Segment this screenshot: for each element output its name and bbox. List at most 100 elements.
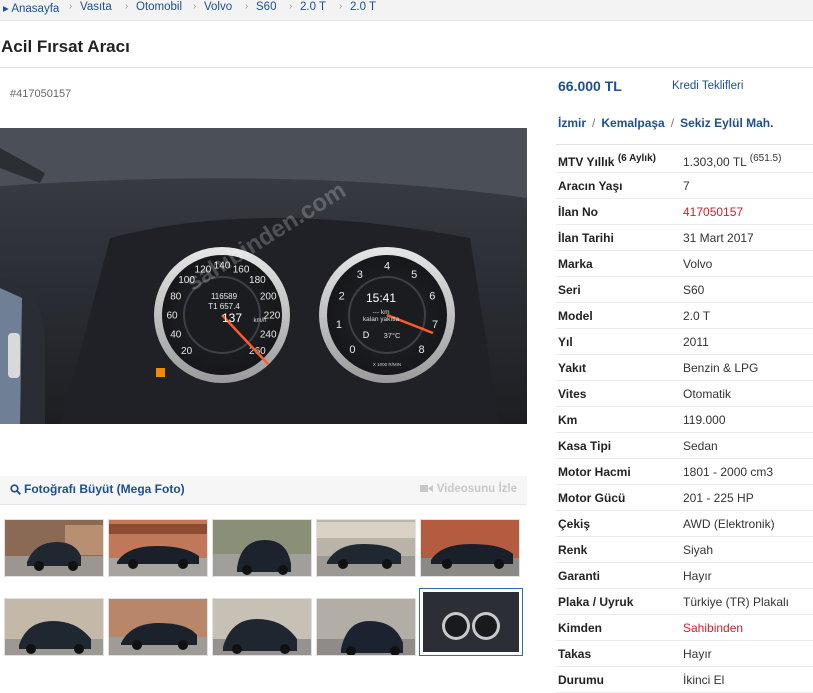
- gauge-tick-label: 60: [166, 311, 178, 322]
- spec-row-km: Km 119.000: [556, 407, 813, 433]
- spec-label: Yakıt: [558, 361, 587, 375]
- thumbnail-2[interactable]: [108, 519, 208, 577]
- thumbnail-8[interactable]: [212, 598, 312, 656]
- location-district[interactable]: Kemalpaşa: [601, 116, 664, 130]
- spec-label: Aracın Yaşı: [558, 179, 623, 193]
- spec-value: İkinci El: [683, 673, 725, 687]
- thumbnail-1[interactable]: [4, 519, 104, 577]
- dashboard-photo: 20406080100120140160180200220240260 0123…: [0, 128, 527, 424]
- credit-offers-link[interactable]: Kredi Teklifleri: [672, 80, 743, 92]
- clock-text: 15:41: [366, 291, 396, 305]
- spec-value: Otomatik: [683, 387, 732, 401]
- breadcrumb-item-volvo[interactable]: Volvo: [204, 1, 232, 13]
- spec-label: Km: [558, 413, 578, 427]
- speed-unit: km/h: [253, 318, 266, 324]
- location-neighborhood[interactable]: Sekiz Eylül Mah.: [680, 116, 773, 130]
- thumbnail-6[interactable]: [4, 598, 104, 656]
- gear-indicator: D: [363, 330, 370, 340]
- spec-label: Durumu: [558, 673, 604, 687]
- divider: [0, 67, 813, 68]
- magnifier-icon: [10, 484, 21, 495]
- main-photo[interactable]: 20406080100120140160180200220240260 0123…: [0, 128, 527, 424]
- spec-row-drive: Çekiş AWD (Elektronik): [556, 511, 813, 537]
- spec-value-seller: Sahibinden: [683, 621, 744, 635]
- spec-label: Motor Gücü: [558, 491, 626, 505]
- gauge-tick-label: 6: [429, 291, 435, 303]
- breadcrumb-item-s60[interactable]: S60: [256, 1, 276, 13]
- thumbnail-10-selected[interactable]: [419, 588, 523, 656]
- spec-row-plate: Plaka / Uyruk Türkiye (TR) Plakalı: [556, 589, 813, 615]
- spec-row-gearbox: Vites Otomatik: [556, 381, 813, 407]
- spec-label: Renk: [558, 543, 588, 557]
- spec-label: MTV Yıllık (6 Aylık): [558, 153, 656, 169]
- spec-label: Motor Hacmi: [558, 465, 631, 479]
- spec-label: Plaka / Uyruk: [558, 595, 634, 609]
- spec-value: Volvo: [683, 257, 713, 271]
- enlarge-photo-button[interactable]: Fotoğrafı Büyüt (Mega Foto): [10, 482, 185, 496]
- spec-value: 2011: [683, 335, 709, 349]
- spec-row-mtv: MTV Yıllık (6 Aylık) 1.303,00 TL (651.5): [556, 147, 813, 173]
- spec-row-engine-size: Motor Hacmi 1801 - 2000 cm3: [556, 459, 813, 485]
- spec-label: Takas: [558, 647, 592, 661]
- gauge-tick-label: 8: [419, 344, 425, 356]
- gauge-tick-label: 40: [170, 330, 182, 341]
- watch-video-button[interactable]: Videosunu İzle: [419, 483, 517, 495]
- spec-label: İlan Tarihi: [558, 231, 614, 245]
- gauge-tick-label: 0: [349, 344, 355, 356]
- breadcrumb-label: Anasayfa: [11, 3, 60, 15]
- spec-row-brand: Marka Volvo: [556, 251, 813, 277]
- spec-value: 31 Mart 2017: [683, 231, 754, 245]
- thumbnail-gallery: [0, 510, 527, 678]
- gauge-tick-label: 3: [357, 269, 363, 281]
- spec-value: 201 - 225 HP: [683, 491, 754, 505]
- breadcrumb-item-model[interactable]: 2.0 T: [300, 1, 326, 13]
- enlarge-photo-label: Fotoğrafı Büyüt (Mega Foto): [24, 482, 185, 496]
- spec-value: Siyah: [683, 543, 714, 557]
- spec-row-model: Model 2.0 T: [556, 303, 813, 329]
- gauge-tick-label: 1: [336, 319, 342, 331]
- spec-label: Kasa Tipi: [558, 439, 612, 453]
- spec-value: 1.303,00 TL (651.5): [683, 153, 782, 169]
- spec-label: Vites: [558, 387, 587, 401]
- odometer-text: 116589: [211, 292, 238, 301]
- location-city[interactable]: İzmir: [558, 116, 586, 130]
- thumbnail-4[interactable]: [316, 519, 416, 577]
- breadcrumb-item-engine[interactable]: 2.0 T: [350, 1, 376, 13]
- spec-label: Kimden: [558, 621, 603, 635]
- spec-value: 119.000: [683, 413, 726, 427]
- thumbnail-3[interactable]: [212, 519, 312, 577]
- spec-label: Marka: [558, 257, 593, 271]
- gauge-tick-label: 4: [384, 261, 390, 273]
- breadcrumb-home[interactable]: ▸ Anasayfa: [3, 1, 59, 15]
- photo-toolbar: Fotoğrafı Büyüt (Mega Foto) Videosunu İz…: [0, 476, 527, 505]
- location-separator: /: [592, 116, 596, 130]
- spec-row-engine-power: Motor Gücü 201 - 225 HP: [556, 485, 813, 511]
- spec-value: Hayır: [683, 647, 712, 661]
- trip-text: T1 657.4: [208, 302, 240, 311]
- digital-speed: 137: [222, 311, 242, 325]
- spec-value-listing-no: 417050157: [683, 205, 744, 219]
- video-camera-icon: [419, 485, 433, 492]
- spec-row-seller: Kimden Sahibinden: [556, 615, 813, 641]
- spec-value: AWD (Elektronik): [683, 517, 775, 531]
- thumbnail-7[interactable]: [108, 598, 208, 656]
- breadcrumb: ▸ Anasayfa › Vasıta › Otomobil › Volvo ›…: [0, 0, 813, 21]
- fuel-warning-icon: [156, 368, 165, 377]
- breadcrumb-separator: ›: [69, 1, 73, 12]
- thumbnail-9[interactable]: [316, 598, 416, 656]
- spec-row-trade: Takas Hayır: [556, 641, 813, 667]
- breadcrumb-item-otomobil[interactable]: Otomobil: [136, 1, 182, 13]
- spec-row-age: Aracın Yaşı 7: [556, 173, 813, 199]
- breadcrumb-item-vasita[interactable]: Vasıta: [80, 1, 112, 13]
- breadcrumb-separator: ›: [289, 1, 293, 12]
- range-label: kalan yakıtla: [363, 316, 400, 323]
- spec-row-series: Seri S60: [556, 277, 813, 303]
- spec-row-year: Yıl 2011: [556, 329, 813, 355]
- thumbnail-5[interactable]: [420, 519, 520, 577]
- spec-row-fuel: Yakıt Benzin & LPG: [556, 355, 813, 381]
- spec-value: Sedan: [683, 439, 718, 453]
- location-breadcrumb: İzmir / Kemalpaşa / Sekiz Eylül Mah.: [558, 116, 773, 130]
- spec-label: Model: [558, 309, 593, 323]
- gauge-tick-label: 2: [339, 291, 345, 303]
- spec-label: Çekiş: [558, 517, 591, 531]
